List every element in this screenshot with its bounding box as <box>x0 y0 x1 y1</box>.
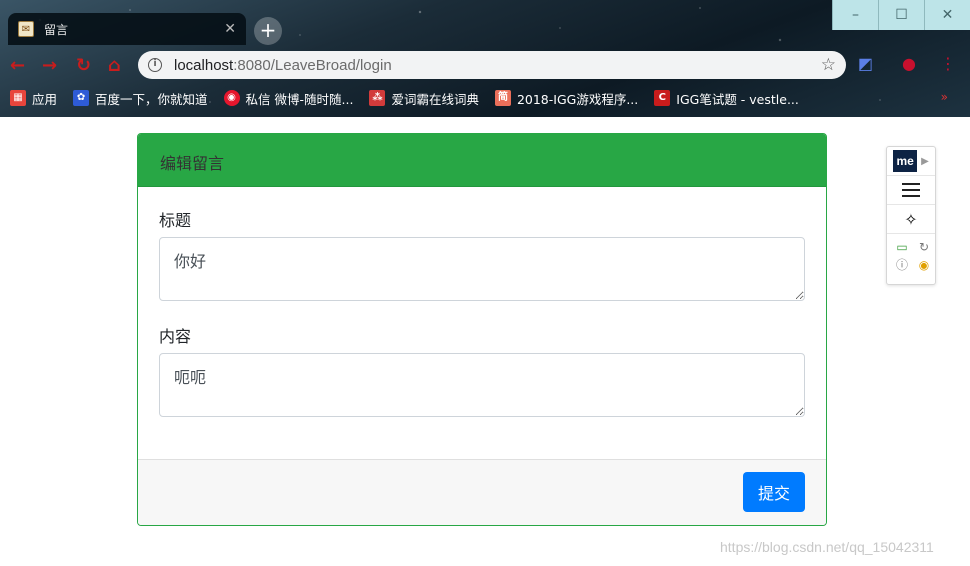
bookmark-star-icon[interactable]: ☆ <box>821 55 836 75</box>
content-textarea[interactable]: 呃呃 <box>159 353 805 417</box>
address-bar[interactable]: i localhost:8080/LeaveBroad/login ☆ <box>138 51 846 79</box>
new-tab-button[interactable]: + <box>254 17 282 45</box>
minimize-button[interactable]: – <box>832 0 878 30</box>
bookmarks-bar: ▦ 应用 ✿ 百度一下，你就知道 ◉ 私信 微博-随时随... ⁂ 爱词霸在线词… <box>0 84 970 112</box>
edit-message-card: 编辑留言 标题 你好 内容 呃呃 提交 <box>137 133 827 526</box>
title-label: 标题 <box>159 211 192 230</box>
profile-avatar-icon[interactable]: ● <box>902 54 916 73</box>
watermark: https://blog.csdn.net/qq_15042311 <box>720 539 934 555</box>
magic-wand-icon: ✧ <box>904 209 918 229</box>
card-footer: 提交 <box>138 459 826 525</box>
tab-title: 留言 <box>44 22 69 37</box>
csdn-icon: C <box>654 90 671 106</box>
bookmark-igg-jianshu[interactable]: 简 2018-IGG游戏程序... <box>494 89 638 108</box>
card-body: 标题 你好 内容 呃呃 <box>138 187 826 417</box>
submit-button[interactable]: 提交 <box>743 472 805 512</box>
content-label: 内容 <box>159 327 192 346</box>
forward-arrow-icon[interactable]: → <box>42 55 57 76</box>
bookmark-igg-csdn[interactable]: C IGG笔试题 - vestle... <box>654 89 799 108</box>
refresh-icon[interactable]: ↻ <box>915 240 933 255</box>
jianshu-icon: 简 <box>494 90 511 106</box>
browser-chrome: ✉ 留言 ✕ + – ☐ ✕ ← → ↻ ⌂ i localhost:8080/… <box>0 0 970 117</box>
baidu-paw-icon: ✿ <box>73 90 90 106</box>
iciba-icon: ⁂ <box>369 90 386 106</box>
home-icon[interactable]: ⌂ <box>108 55 121 76</box>
widget-logo-row[interactable]: me ▶ <box>887 147 935 176</box>
card-header: 编辑留言 <box>138 134 826 187</box>
alert-circle-icon[interactable]: ⓘ <box>893 258 911 273</box>
cast-icon[interactable]: ▭ <box>893 240 911 255</box>
bookmark-apps[interactable]: ▦ 应用 <box>10 89 57 108</box>
widget-actions: ▭ ↻ ⓘ ◉ <box>887 234 935 273</box>
browser-toolbar: ← → ↻ ⌂ i localhost:8080/LeaveBroad/logi… <box>0 48 970 82</box>
window-controls: – ☐ ✕ <box>832 0 970 30</box>
apps-grid-icon: ▦ <box>10 90 26 106</box>
back-arrow-icon[interactable]: ← <box>10 55 25 76</box>
site-info-icon[interactable]: i <box>148 58 162 72</box>
reload-icon[interactable]: ↻ <box>76 55 91 76</box>
eye-icon[interactable]: ◉ <box>915 258 933 273</box>
title-textarea[interactable]: 你好 <box>159 237 805 301</box>
extension-widget: me ▶ ✧ ▭ ↻ ⓘ ◉ <box>886 146 936 285</box>
hamburger-menu-icon <box>902 183 920 197</box>
close-window-button[interactable]: ✕ <box>924 0 970 30</box>
extension-icon[interactable]: ◩ <box>858 54 873 73</box>
play-arrow-icon[interactable]: ▶ <box>921 156 929 167</box>
widget-menu-row[interactable] <box>887 176 935 205</box>
bookmark-baidu[interactable]: ✿ 百度一下，你就知道 <box>73 89 208 108</box>
maximize-button[interactable]: ☐ <box>878 0 924 30</box>
tab-favicon-icon: ✉ <box>18 21 34 37</box>
bookmark-iciba[interactable]: ⁂ 爱词霸在线词典 <box>369 89 479 108</box>
tab-close-icon[interactable]: ✕ <box>224 21 236 37</box>
widget-magic-row[interactable]: ✧ <box>887 205 935 234</box>
weibo-icon: ◉ <box>223 90 240 106</box>
browser-tab[interactable]: ✉ 留言 ✕ <box>8 13 246 45</box>
me-logo: me <box>893 150 918 172</box>
bookmarks-overflow-icon[interactable]: » <box>941 90 948 104</box>
bookmark-weibo[interactable]: ◉ 私信 微博-随时随... <box>223 89 353 108</box>
menu-dots-icon[interactable]: ⋮ <box>940 54 956 73</box>
url-text: localhost:8080/LeaveBroad/login <box>174 56 392 74</box>
